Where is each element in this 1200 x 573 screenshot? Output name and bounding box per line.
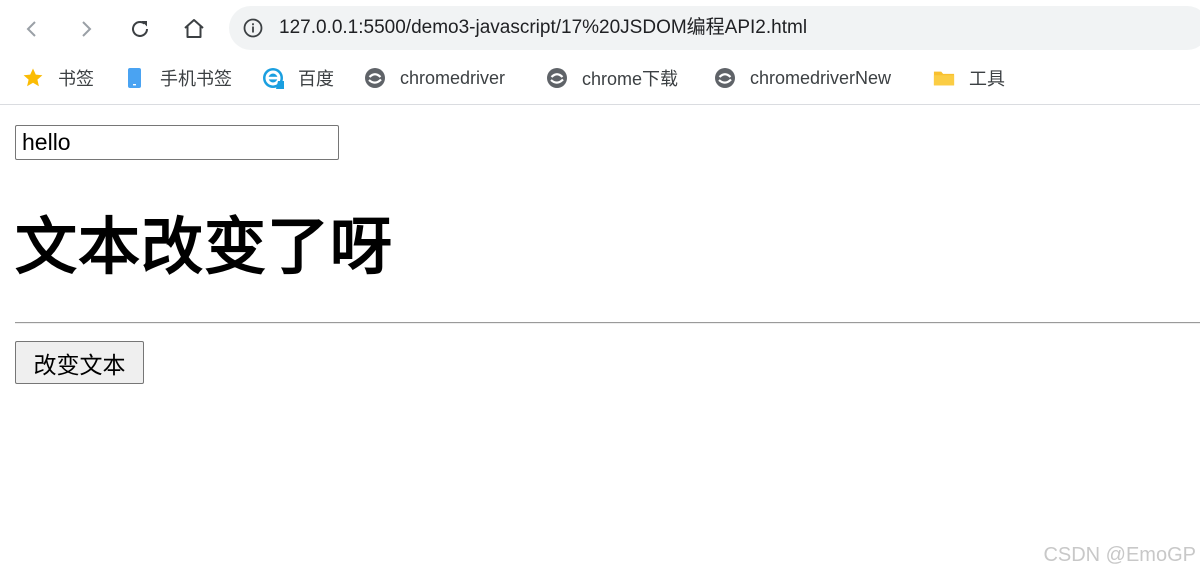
page-heading: 文本改变了呀 <box>15 213 394 282</box>
reload-icon <box>132 20 148 37</box>
forward-button[interactable] <box>68 11 104 47</box>
bookmark-label: chromedriverNew <box>750 67 892 88</box>
bookmark-label: 书签 <box>58 69 94 89</box>
chevron-right-icon <box>82 21 92 37</box>
page-content: 文本改变了呀 改变文本 <box>0 105 1200 573</box>
bookmark-baidu[interactable]: 百度 <box>262 56 334 100</box>
browser-toolbar: 127.0.0.1:5500/demo3-javascript/17%20JSD… <box>0 0 1200 56</box>
watermark: CSDN @EmoGP <box>1043 544 1196 566</box>
edge-icon <box>262 67 284 89</box>
site-icon <box>364 67 386 89</box>
home-icon <box>184 19 204 38</box>
address-bar[interactable]: 127.0.0.1:5500/demo3-javascript/17%20JSD… <box>229 6 1200 50</box>
bookmark-chrome-download[interactable]: chrome下载 <box>546 56 678 100</box>
phone-icon <box>124 67 146 89</box>
bookmark-chromedriver-new[interactable]: chromedriverNew <box>714 56 891 100</box>
bookmark-label: 手机书签 <box>160 69 232 89</box>
bookmark-label: 工具 <box>969 69 1005 89</box>
text-input[interactable] <box>15 125 339 160</box>
bookmark-label: chromedriver <box>400 67 506 88</box>
reload-button[interactable] <box>122 11 158 47</box>
bookmark-chromedriver[interactable]: chromedriver <box>364 56 505 100</box>
bookmark-shuqian[interactable]: 书签 <box>22 56 94 100</box>
home-button[interactable] <box>176 11 212 47</box>
change-text-button[interactable]: 改变文本 <box>15 341 144 384</box>
back-button[interactable] <box>14 11 50 47</box>
chevron-left-icon <box>26 21 36 37</box>
bookmark-label: 百度 <box>298 69 334 89</box>
bookmark-mobile[interactable]: 手机书签 <box>124 56 232 100</box>
bookmarks-bar: 书签 手机书签 百度 chromedriver chrome下载 chromed… <box>0 56 1200 105</box>
info-icon[interactable] <box>243 18 263 38</box>
horizontal-rule <box>15 322 1200 324</box>
site-icon <box>714 67 736 89</box>
bookmark-tools-folder[interactable]: 工具 <box>933 56 1005 100</box>
star-icon <box>22 67 44 89</box>
folder-icon <box>933 67 955 89</box>
url-text[interactable]: 127.0.0.1:5500/demo3-javascript/17%20JSD… <box>279 6 807 50</box>
site-icon <box>546 67 568 89</box>
bookmark-label: chrome下载 <box>582 69 679 89</box>
